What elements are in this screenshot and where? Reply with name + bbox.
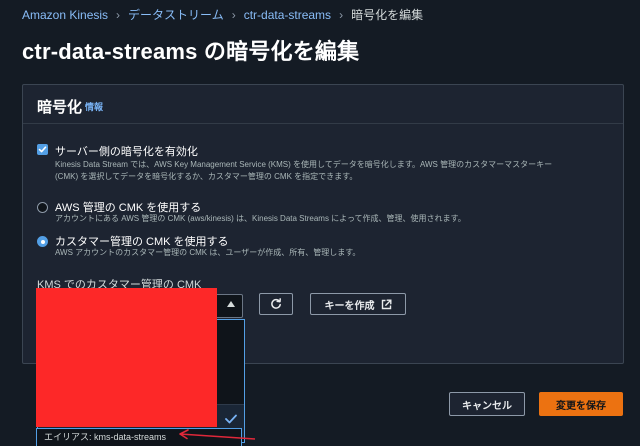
- cancel-button[interactable]: キャンセル: [449, 392, 525, 416]
- server-side-encryption-description-2: (CMK) を選択してデータを暗号化するか、カスタマー管理の CMK を指定でき…: [55, 172, 358, 181]
- external-link-icon: [381, 299, 391, 309]
- aws-managed-cmk-radio[interactable]: [37, 202, 48, 213]
- checkmark-icon: [38, 146, 47, 153]
- breadcrumb-current: 暗号化を編集: [351, 8, 424, 22]
- customer-managed-cmk-radio[interactable]: [37, 236, 48, 247]
- server-side-encryption-description-1: Kinesis Data Stream では、AWS Key Managemen…: [55, 160, 553, 169]
- create-key-button[interactable]: キーを作成: [310, 293, 406, 315]
- save-changes-button[interactable]: 変更を保存: [539, 392, 623, 416]
- refresh-button[interactable]: [259, 293, 293, 315]
- server-side-encryption-checkbox[interactable]: [37, 144, 48, 155]
- caret-up-icon: [227, 301, 235, 307]
- server-side-encryption-label[interactable]: サーバー側の暗号化を有効化: [55, 143, 198, 159]
- chevron-right-icon: ›: [231, 7, 236, 22]
- chevron-right-icon: ›: [116, 7, 121, 22]
- panel-title: 暗号化: [37, 99, 83, 116]
- breadcrumb: Amazon Kinesis › データストリーム › ctr-data-str…: [22, 6, 423, 23]
- page-title: ctr-data-streams の暗号化を編集: [22, 39, 360, 64]
- customer-managed-cmk-description: AWS アカウントのカスタマー管理の CMK は、ユーザーが作成、所有、管理しま…: [55, 248, 361, 257]
- breadcrumb-amazon-kinesis[interactable]: Amazon Kinesis: [22, 8, 108, 22]
- redaction-block: [36, 288, 217, 427]
- refresh-icon: [271, 298, 281, 309]
- selected-alias-text: エイリアス: kms-data-streams: [44, 432, 167, 442]
- breadcrumb-stream-name[interactable]: ctr-data-streams: [244, 8, 331, 22]
- breadcrumb-data-streams[interactable]: データストリーム: [128, 6, 224, 23]
- aws-managed-cmk-description: アカウントにある AWS 管理の CMK (aws/kinesis) は、Kin…: [55, 214, 466, 223]
- create-key-label: キーを作成: [324, 300, 375, 312]
- check-icon: [225, 414, 237, 424]
- panel-header: 暗号化 情報: [23, 85, 623, 124]
- info-link[interactable]: 情報: [85, 100, 103, 113]
- chevron-right-icon: ›: [339, 7, 344, 22]
